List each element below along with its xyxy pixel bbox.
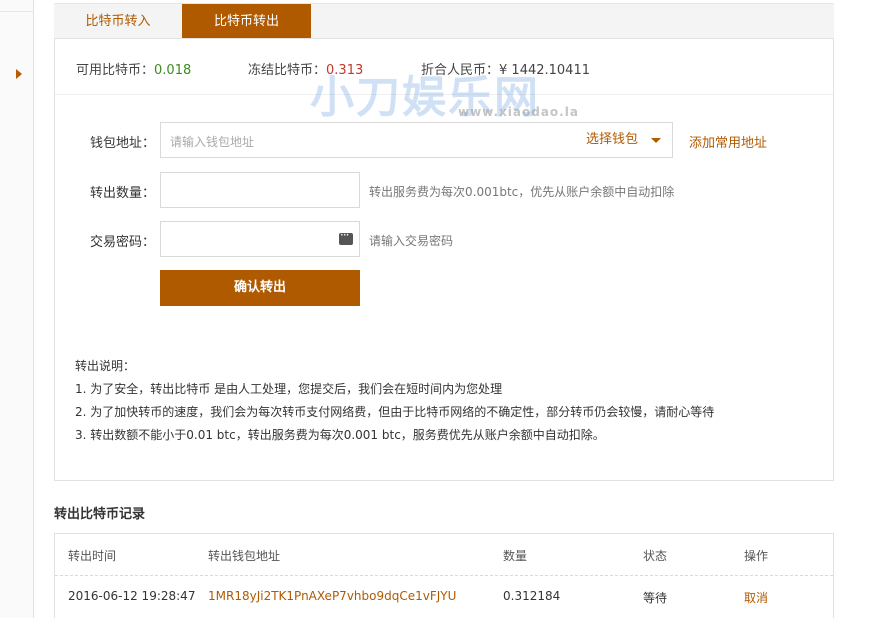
rail-divider xyxy=(0,11,34,12)
records-table: 转出时间 转出钱包地址 数量 状态 操作 2016-06-12 19:28:47… xyxy=(54,533,834,618)
wallet-address-label: 钱包地址： xyxy=(90,136,156,151)
available-balance-value: 0.018 xyxy=(154,63,192,78)
password-hint: 请输入交易密码 xyxy=(369,234,454,248)
record-amount: 0.312184 xyxy=(503,589,561,603)
tab-btc-deposit[interactable]: 比特币转入 xyxy=(54,4,182,39)
password-row: 交易密码： 请输入交易密码 xyxy=(55,221,833,257)
frozen-balance-value: 0.313 xyxy=(326,63,364,78)
header-action: 操作 xyxy=(744,549,769,563)
left-rail xyxy=(0,0,34,618)
caret-down-icon xyxy=(651,138,661,143)
available-balance: 可用比特币：0.018 xyxy=(76,59,191,78)
password-label: 交易密码： xyxy=(90,235,156,250)
rmb-equivalent-value: ¥ 1442.10411 xyxy=(499,63,590,78)
wallet-address-input[interactable]: 请输入钱包地址 xyxy=(160,122,574,158)
rmb-equivalent-label: 折合人民币： xyxy=(421,63,500,78)
record-time: 2016-06-12 19:28:47 xyxy=(68,589,196,603)
notes-item: 3. 转出数额不能小于0.01 btc，转出服务费为每次0.001 btc，服务… xyxy=(75,428,605,442)
header-address: 转出钱包地址 xyxy=(208,549,281,563)
amount-fee-hint: 转出服务费为每次0.001btc，优先从账户余额中自动扣除 xyxy=(369,185,675,199)
header-status: 状态 xyxy=(643,549,668,563)
confirm-withdraw-button[interactable]: 确认转出 xyxy=(160,270,360,306)
record-address[interactable]: 1MR18yJi2TK1PnAXeP7vhbo9dqCe1vFJYU xyxy=(208,589,456,603)
record-status: 等待 xyxy=(643,591,668,605)
amount-input[interactable] xyxy=(160,172,360,208)
main-content: 比特币转入 比特币转出 可用比特币：0.018 冻结比特币：0.313 折合人民… xyxy=(34,0,877,618)
watermark-url: www.xiaodao.la xyxy=(458,105,579,119)
balance-bar: 可用比特币：0.018 冻结比特币：0.313 折合人民币：¥ 1442.104… xyxy=(55,39,833,95)
expand-arrow-icon[interactable] xyxy=(16,69,22,79)
tab-btc-withdraw[interactable]: 比特币转出 xyxy=(182,4,311,39)
add-common-address-link[interactable]: 添加常用地址 xyxy=(689,132,767,151)
trade-password-input[interactable] xyxy=(160,221,360,257)
select-wallet-label: 选择钱包 xyxy=(586,132,639,147)
amount-label: 转出数量： xyxy=(90,186,156,201)
header-time: 转出时间 xyxy=(68,549,117,563)
wallet-address-placeholder: 请输入钱包地址 xyxy=(170,135,255,149)
withdraw-notes: 转出说明： 1. 为了安全，转出比特币 是由人工处理，您提交后，我们会在短时间内… xyxy=(75,355,714,447)
wallet-address-row: 钱包地址： 请输入钱包地址 选择钱包 添加常用地址 xyxy=(55,122,833,158)
rmb-equivalent: 折合人民币：¥ 1442.10411 xyxy=(421,59,590,78)
notes-title: 转出说明： xyxy=(75,359,136,373)
table-header: 转出时间 转出钱包地址 数量 状态 操作 xyxy=(55,534,833,576)
keyboard-icon[interactable] xyxy=(339,228,353,245)
cancel-link[interactable]: 取消 xyxy=(744,589,768,606)
header-amount: 数量 xyxy=(503,549,528,563)
select-wallet-dropdown[interactable]: 选择钱包 xyxy=(573,122,673,158)
notes-item: 2. 为了加快转币的速度，我们会为每次转币支付网络费，但由于比特币网络的不确定性… xyxy=(75,405,715,419)
withdraw-panel: 可用比特币：0.018 冻结比特币：0.313 折合人民币：¥ 1442.104… xyxy=(54,38,834,481)
records-title: 转出比特币记录 xyxy=(54,507,146,522)
frozen-balance-label: 冻结比特币： xyxy=(248,63,327,78)
tab-bar: 比特币转入 比特币转出 xyxy=(54,3,834,39)
table-row: 2016-06-12 19:28:47 1MR18yJi2TK1PnAXeP7v… xyxy=(55,576,833,612)
frozen-balance: 冻结比特币：0.313 xyxy=(248,59,363,78)
amount-row: 转出数量： 转出服务费为每次0.001btc，优先从账户余额中自动扣除 xyxy=(55,172,833,208)
available-balance-label: 可用比特币： xyxy=(76,63,155,78)
notes-item: 1. 为了安全，转出比特币 是由人工处理，您提交后，我们会在短时间内为您处理 xyxy=(75,382,503,396)
